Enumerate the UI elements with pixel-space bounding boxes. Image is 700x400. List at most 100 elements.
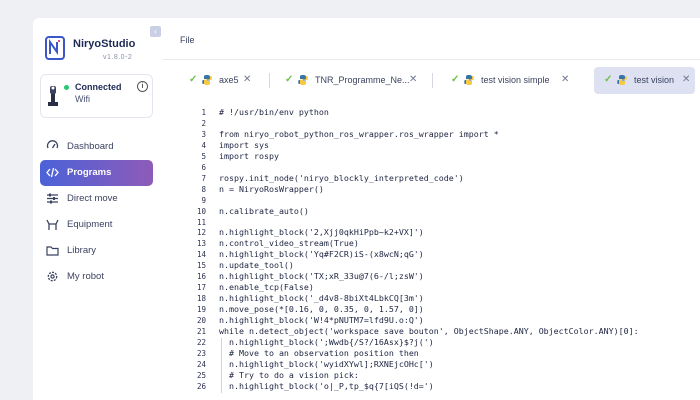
check-icon: ✓ (189, 74, 198, 85)
sidebar-item-label: Library (67, 245, 97, 256)
code-line[interactable]: import sys (219, 140, 269, 150)
connection-type: Wifi (75, 94, 90, 104)
line-number: 25 (196, 370, 206, 380)
line-number-gutter: 1 2 3 4 5 6 7 8 9 10 11 12 13 14 15 16 17 18 19 20 21 22 23 24 2… (179, 104, 212, 400)
line-number: 17 (196, 283, 206, 293)
tab-test-vision-simple[interactable]: ✓ test vision simple ✕ (441, 67, 581, 94)
code-line[interactable]: n.highlight_block('Yq#F2CR)iS-(x8wcN;qG'… (219, 249, 424, 259)
code-line[interactable]: n.control_video_stream(True) (219, 238, 359, 248)
line-number: 14 (196, 250, 206, 260)
code-line[interactable]: n.move_pose(*[0.16, 0, 0.35, 0, 1.57, 0]… (219, 304, 424, 314)
line-number: 6 (201, 162, 206, 172)
tab-label: test vision simple (481, 75, 550, 85)
sidebar-item-dashboard[interactable]: Dashboard (40, 134, 153, 160)
python-icon (464, 75, 474, 85)
tab-label: axe5 (219, 75, 239, 85)
line-number: 22 (196, 337, 206, 347)
code-line[interactable]: rospy.init_node('niryo_blockly_interpret… (219, 173, 464, 183)
code-line[interactable]: n.calibrate_auto() (219, 206, 309, 216)
check-icon: ✓ (604, 74, 613, 85)
tab-divider (269, 73, 270, 88)
line-number: 24 (196, 359, 206, 369)
code-line[interactable]: from niryo_robot_python_ros_wrapper.ros_… (219, 129, 499, 139)
brand-version: v1.8.0-2 (103, 54, 133, 61)
line-number: 21 (196, 327, 206, 336)
dashboard-icon (46, 140, 59, 149)
code-line[interactable]: n.highlight_block('o|_P,tp_$q{7[iQS(!d='… (219, 381, 434, 391)
connection-card[interactable]: Connected Wifi i (40, 74, 153, 118)
robot-arm-icon (48, 86, 58, 106)
gripper-icon (46, 219, 59, 230)
sidebar-item-direct-move[interactable]: Direct move (40, 186, 153, 212)
line-number: 1 (201, 108, 206, 117)
line-number: 8 (201, 184, 206, 194)
code-line[interactable]: n.highlight_block(';Wwdb{/S?/16Asx}$?j('… (219, 337, 434, 347)
code-line[interactable]: n.highlight_block('TX;xR_33u@7(6-/l;zsW'… (219, 271, 424, 281)
line-number: 16 (196, 272, 206, 282)
tab-divider (432, 73, 433, 88)
tab-tnr-programme[interactable]: ✓ TNR_Programme_Ne... ✕ (275, 67, 425, 94)
sidebar-item-programs[interactable]: Programs (40, 160, 153, 186)
check-icon: ✓ (451, 74, 460, 85)
info-icon[interactable]: i (137, 81, 148, 92)
code-line[interactable]: # Move to an observation position then (219, 348, 419, 358)
gear-icon (47, 271, 58, 282)
check-icon: ✓ (285, 74, 294, 85)
line-number: 12 (196, 228, 206, 238)
code-line[interactable]: # !/usr/bin/env python (219, 107, 329, 117)
folder-icon (46, 246, 59, 256)
sidebar-item-label: Equipment (67, 219, 113, 230)
code-line[interactable]: n.highlight_block('_d4v8-8biXt4LbkCQ[3m'… (219, 293, 424, 303)
line-number: 4 (201, 140, 206, 150)
line-number: 23 (196, 348, 206, 358)
code-line[interactable]: n.highlight_block('2,Xjj0qkHiPpb~k2+VX]'… (219, 227, 424, 237)
sidebar-item-label: Direct move (67, 193, 118, 204)
python-icon (298, 75, 308, 85)
close-icon[interactable]: ✕ (682, 74, 690, 85)
sidebar-item-label: My robot (67, 271, 104, 282)
sidebar-item-equipment[interactable]: Equipment (40, 212, 153, 238)
sidebar: NiryoStudio v1.8.0-2 Connected Wifi i Da… (33, 18, 163, 400)
line-number: 3 (201, 129, 206, 139)
code-icon (46, 167, 59, 178)
line-number: 9 (201, 195, 206, 205)
tab-label: test vision (634, 75, 675, 85)
tab-test-vision[interactable]: ✓ test vision ✕ (594, 67, 695, 94)
code-line[interactable]: while n.detect_object('workspace save bo… (219, 326, 639, 336)
status-dot (64, 85, 69, 90)
indent-guide (221, 337, 222, 393)
code-line[interactable]: n.highlight_block('wyidXYwl];RXNEjcOHc['… (219, 359, 434, 369)
sidebar-item-label: Dashboard (67, 141, 114, 152)
connection-status: Connected (75, 82, 122, 92)
file-menu[interactable]: File (180, 35, 195, 45)
close-icon[interactable]: ✕ (409, 74, 417, 85)
niryo-logo (45, 36, 65, 60)
line-number: 18 (196, 294, 206, 304)
code-line[interactable]: n.update_tool() (219, 260, 294, 270)
line-number: 26 (196, 381, 206, 391)
code-line[interactable]: import rospy (219, 151, 279, 161)
code-line[interactable]: # Try to do a vision pick: (219, 370, 359, 380)
close-icon[interactable]: ✕ (561, 74, 569, 85)
python-icon (202, 75, 212, 85)
code-line[interactable]: n = NiryoRosWrapper() (219, 184, 324, 194)
code-line[interactable]: n.enable_tcp(False) (219, 282, 314, 292)
sidebar-item-my-robot[interactable]: My robot (40, 264, 153, 290)
code-line[interactable]: n.highlight_block('W!4*pNUTM7=lfd9U.o:Q'… (219, 315, 424, 325)
code-editor[interactable]: 1 2 3 4 5 6 7 8 9 10 11 12 13 14 15 16 17 18 19 20 21 22 23 24 2… (179, 104, 700, 400)
app-window: NiryoStudio v1.8.0-2 Connected Wifi i Da… (0, 0, 700, 400)
line-number: 5 (201, 151, 206, 161)
sidebar-item-label: Programs (67, 167, 112, 178)
editor-tabs: ✓ axe5 ✕ ✓ TNR_Programme_Ne... ✕ ✓ test … (179, 67, 700, 95)
sidebar-item-library[interactable]: Library (40, 238, 153, 264)
line-number: 10 (196, 206, 206, 216)
collapse-sidebar-button[interactable]: ‹ (150, 26, 161, 37)
menu-bar: File (163, 18, 700, 60)
line-number: 11 (196, 217, 206, 227)
line-number: 7 (201, 173, 206, 183)
line-number: 13 (196, 239, 206, 249)
line-number: 2 (201, 118, 206, 128)
close-icon[interactable]: ✕ (243, 74, 251, 85)
tab-axe5[interactable]: ✓ axe5 ✕ (179, 67, 261, 94)
brand: NiryoStudio v1.8.0-2 (45, 36, 153, 66)
